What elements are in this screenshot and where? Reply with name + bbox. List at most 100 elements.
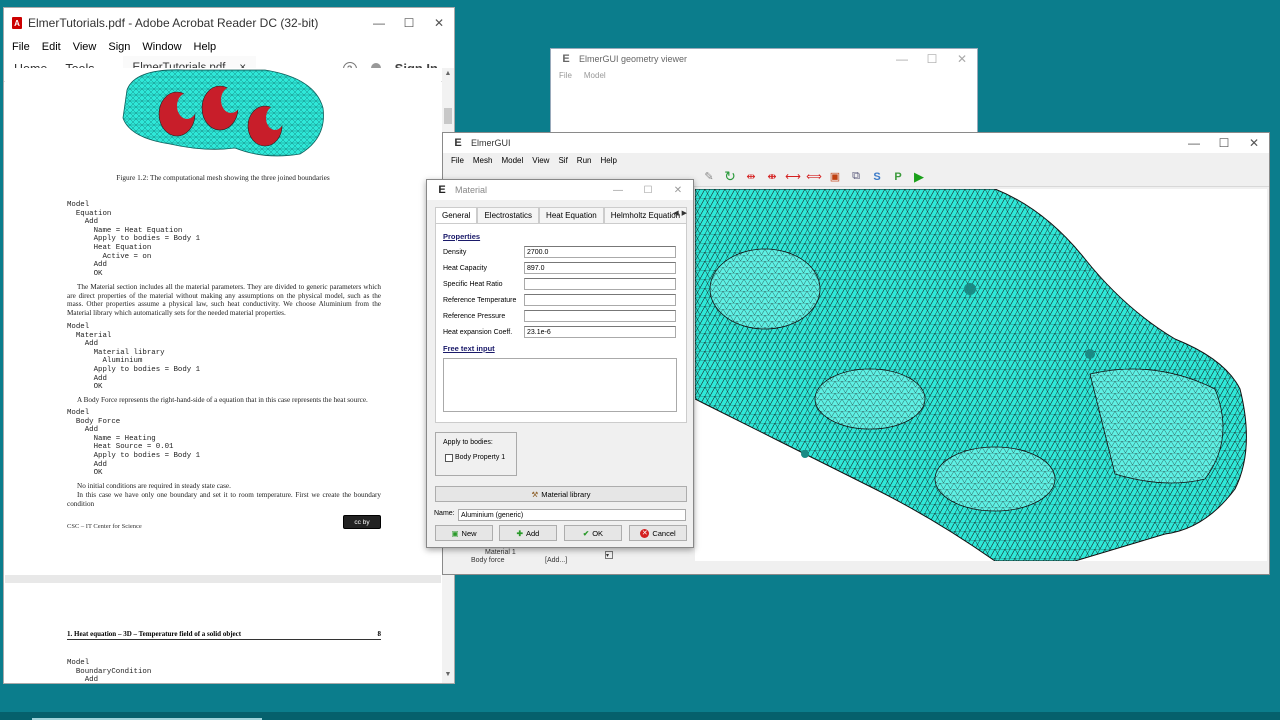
elmergui-titlebar: E ElmerGUI — ☐ ✕: [443, 133, 1269, 153]
material-dialog-title: Material: [455, 185, 488, 195]
material-library-label: Material library: [541, 489, 591, 499]
material-dialog-app-icon: E: [438, 184, 446, 196]
maximize-icon[interactable]: ☐: [633, 180, 663, 200]
new-button[interactable]: ▣ New: [435, 525, 493, 541]
close-icon[interactable]: ✕: [1239, 133, 1269, 153]
add-button[interactable]: ✚ Add: [499, 525, 557, 541]
maximize-icon[interactable]: ☐: [1209, 133, 1239, 153]
apply-to-bodies-group: Apply to bodies: Body Property 1: [435, 432, 517, 476]
page2-header-title: 1. Heat equation – 3D – Temperature fiel…: [67, 630, 242, 638]
menu-file[interactable]: File: [559, 71, 572, 80]
material-library-button[interactable]: ⚒ Material library: [435, 486, 687, 502]
geometry-viewer-menubar: File Model: [551, 69, 977, 81]
mesh-figure: [122, 69, 324, 157]
scroll-down-icon[interactable]: ▼: [443, 671, 453, 681]
minimize-icon[interactable]: —: [364, 8, 394, 38]
reference-pressure-input[interactable]: [524, 310, 676, 322]
tab-heat-equation[interactable]: Heat Equation: [539, 207, 604, 223]
elmergui-app-icon: E: [454, 137, 462, 149]
close-icon[interactable]: ✕: [947, 49, 977, 69]
name-input[interactable]: Aluminium (generic): [458, 509, 686, 521]
chevron-down-icon[interactable]: ▾: [605, 551, 613, 559]
menu-view[interactable]: View: [73, 41, 97, 53]
mesh-3d-render: [695, 189, 1267, 561]
tab-scroll-arrows: ◀ ▶: [673, 209, 687, 217]
menu-model[interactable]: Model: [584, 71, 606, 80]
postprocessor-icon[interactable]: P: [889, 169, 907, 185]
body-property-checkbox[interactable]: [445, 454, 453, 462]
code-block-material: Model Material Add Material library Alum…: [67, 323, 201, 392]
menu-mesh[interactable]: Mesh: [473, 156, 493, 165]
menu-help[interactable]: Help: [194, 41, 217, 53]
menu-edit[interactable]: Edit: [42, 41, 61, 53]
geometry-viewer-app-icon: E: [562, 53, 570, 65]
properties-header: Properties: [443, 232, 481, 241]
reference-temperature-input[interactable]: [524, 294, 676, 306]
minimize-icon[interactable]: —: [887, 49, 917, 69]
menu-help[interactable]: Help: [600, 156, 616, 165]
new-button-label: New: [461, 528, 477, 538]
ok-button[interactable]: ✔ OK: [564, 525, 622, 541]
tab-general[interactable]: General: [435, 207, 478, 223]
menu-window[interactable]: Window: [142, 41, 181, 53]
mesh-viewport[interactable]: [695, 189, 1267, 561]
free-text-input[interactable]: [443, 358, 677, 412]
edit-icon[interactable]: ✎: [700, 169, 718, 185]
maximize-icon[interactable]: ☐: [394, 8, 424, 38]
code-block-boundary: Model BoundaryCondition Add Heat Equatio…: [67, 659, 152, 683]
general-tab-panel: Properties Density 2700.0 Heat Capacity …: [435, 223, 687, 423]
checkmark-icon: ✔: [582, 528, 590, 538]
menu-view[interactable]: View: [532, 156, 549, 165]
sif-generate-icon[interactable]: S: [868, 169, 886, 185]
close-icon[interactable]: ✕: [663, 180, 693, 200]
property-row-reference-pressure: Reference Pressure: [443, 310, 681, 324]
menu-file[interactable]: File: [451, 156, 464, 165]
geometry-viewer-titlebar: E ElmerGUI geometry viewer — ☐ ✕: [551, 49, 977, 69]
paragraph-material: The Material section includes all the ma…: [67, 283, 381, 317]
unify-edge-icon[interactable]: ⟺: [805, 169, 823, 185]
heat-expansion-input[interactable]: 23.1e-6: [524, 326, 676, 338]
run-solver-icon[interactable]: ▶: [910, 169, 928, 185]
maximize-icon[interactable]: ☐: [917, 49, 947, 69]
scroll-up-icon[interactable]: ▲: [443, 70, 453, 80]
reload-icon[interactable]: ↻: [721, 168, 739, 185]
menu-file[interactable]: File: [12, 41, 30, 53]
minimize-icon[interactable]: —: [1179, 133, 1209, 153]
specific-heat-ratio-input[interactable]: [524, 278, 676, 290]
tab-scroll-left-icon[interactable]: ◀: [673, 209, 678, 217]
paragraph-boundary: In this case we have only one boundary a…: [67, 491, 381, 508]
document-view[interactable]: Figure 1.2: The computational mesh showi…: [5, 68, 441, 683]
heat-capacity-input[interactable]: 897.0: [524, 262, 676, 274]
property-row-reference-temperature: Reference Temperature: [443, 294, 681, 308]
tree-item-material-1[interactable]: Material 1: [485, 549, 516, 556]
code-block-body-force: Model Body Force Add Name = Heating Heat…: [67, 409, 201, 478]
tree-item-body-force[interactable]: Body force: [471, 557, 504, 564]
property-row-heat-capacity: Heat Capacity 897.0: [443, 262, 681, 276]
cancel-button[interactable]: ✕ Cancel: [629, 525, 687, 541]
hide-selected-icon[interactable]: ⧉: [847, 169, 865, 185]
apply-to-bodies-label: Apply to bodies:: [443, 439, 493, 446]
close-icon[interactable]: ✕: [424, 8, 454, 38]
menu-sign[interactable]: Sign: [108, 41, 130, 53]
select-all-icon[interactable]: ▣: [826, 169, 844, 185]
divide-edge-icon[interactable]: ⟷: [784, 169, 802, 185]
minimize-icon[interactable]: —: [603, 180, 633, 200]
name-label: Name:: [434, 510, 455, 517]
tab-scroll-right-icon[interactable]: ▶: [682, 209, 687, 217]
tab-electrostatics[interactable]: Electrostatics: [477, 207, 540, 223]
page2-page-number: 8: [377, 630, 382, 638]
tree-item-body-force-value[interactable]: [Add...]: [545, 557, 567, 564]
taskbar-strip: [0, 712, 1280, 720]
divide-surface-icon[interactable]: ⇹: [742, 169, 760, 185]
scroll-thumb[interactable]: [444, 108, 452, 124]
figure-caption: Figure 1.2: The computational mesh showi…: [116, 173, 330, 182]
specific-heat-ratio-label: Specific Heat Ratio: [443, 281, 503, 288]
menu-run[interactable]: Run: [577, 156, 592, 165]
acrobat-app-icon: A: [12, 17, 22, 29]
menu-model[interactable]: Model: [501, 156, 523, 165]
cancel-icon: ✕: [640, 528, 650, 538]
property-row-density: Density 2700.0: [443, 246, 681, 260]
menu-sif[interactable]: Sif: [558, 156, 567, 165]
density-input[interactable]: 2700.0: [524, 246, 676, 258]
unify-surface-icon[interactable]: ⇼: [763, 169, 781, 185]
